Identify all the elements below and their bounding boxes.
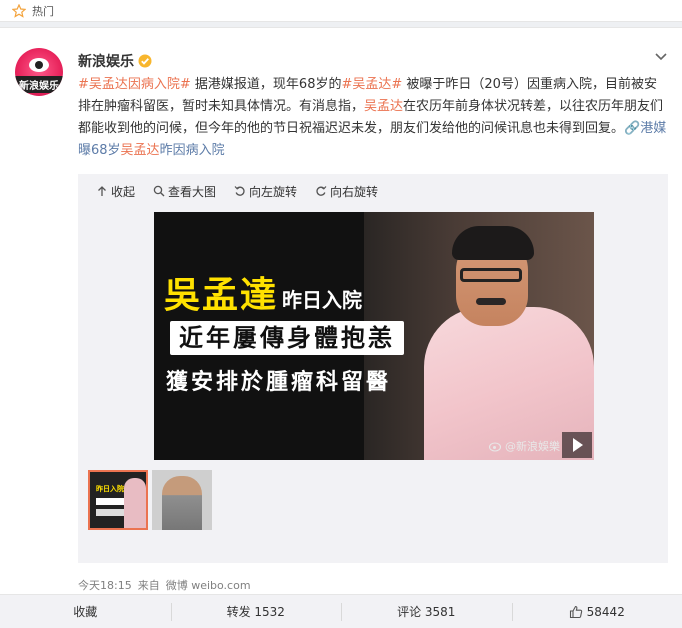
- thumbnail-2-person: [162, 476, 202, 530]
- view-large-button[interactable]: 查看大图: [153, 183, 216, 200]
- article-link-name[interactable]: 吴孟达: [121, 143, 160, 158]
- link-icon: 🔗: [624, 121, 640, 136]
- photo-watermark: @新浪娛樂: [489, 438, 560, 454]
- post-source[interactable]: 微博 weibo.com: [166, 579, 251, 592]
- favorite-button[interactable]: 收藏: [0, 595, 171, 628]
- view-large-label: 查看大图: [168, 183, 216, 200]
- repost-button[interactable]: 转发 1532: [171, 595, 342, 628]
- hot-bar: 热门: [0, 0, 682, 22]
- thumbs-up-icon: [569, 605, 583, 619]
- rotate-right-icon: [315, 185, 327, 197]
- avatar[interactable]: 新浪娱乐: [15, 48, 63, 96]
- author-row: 新浪娱乐: [78, 51, 152, 71]
- star-icon: [12, 4, 26, 18]
- photo-person-glasses: [460, 268, 522, 282]
- weibo-post-card: 新浪娱乐 新浪娱乐 #吴孟达因病入院# 据港媒报道，现年68岁的#吴孟达# 被曝…: [0, 27, 682, 627]
- thumbnail-1[interactable]: 昨日入院: [88, 470, 148, 530]
- article-link-suffix[interactable]: 昨因病入院: [160, 143, 225, 158]
- chevron-down-icon[interactable]: [654, 52, 668, 62]
- photo-caption-line3: 獲安排於腫瘤科留醫: [166, 364, 391, 396]
- photo-headline-name: 吳孟達: [164, 266, 278, 318]
- verified-icon: [138, 54, 152, 68]
- thumbnail-2[interactable]: [152, 470, 212, 530]
- logo-eye-icon: [29, 58, 49, 72]
- search-icon: [153, 185, 165, 197]
- from-label: 来自: [138, 579, 160, 592]
- next-arrow-icon[interactable]: [562, 432, 592, 458]
- photo-person-mustache: [476, 298, 506, 305]
- comment-button[interactable]: 评论 3581: [341, 595, 512, 628]
- action-bar: 收藏 转发 1532 评论 3581 58442: [0, 594, 682, 628]
- rotate-left-icon: [234, 185, 246, 197]
- topic-tag-link[interactable]: #吴孟达#: [341, 77, 402, 92]
- collapse-button[interactable]: 收起: [96, 183, 135, 200]
- like-count: 58442: [587, 605, 625, 619]
- repost-label: 转发 1532: [227, 603, 285, 620]
- rotate-left-button[interactable]: 向左旋转: [234, 183, 297, 200]
- weibo-logo-icon: [489, 440, 503, 452]
- thumbnail-1-text: 昨日入院: [96, 484, 124, 494]
- photo-person-hair: [452, 226, 534, 260]
- author-name[interactable]: 新浪娱乐: [78, 51, 134, 71]
- post-text-part: 据港媒报道，现年68岁的: [191, 77, 342, 92]
- rotate-right-label: 向右旋转: [330, 183, 378, 200]
- topic-tag-link[interactable]: #吴孟达因病入院#: [78, 77, 191, 92]
- rotate-left-label: 向左旋转: [249, 183, 297, 200]
- main-photo[interactable]: 吳孟達 昨日入院 近年屢傳身體抱恙 獲安排於腫瘤科留醫 @新浪娛樂: [154, 212, 594, 460]
- hot-label: 热门: [32, 3, 54, 19]
- rotate-right-button[interactable]: 向右旋转: [315, 183, 378, 200]
- thumbnail-1-person: [124, 478, 146, 528]
- photo-headline: 吳孟達 昨日入院: [164, 266, 362, 318]
- collapse-label: 收起: [111, 183, 135, 200]
- mention-link[interactable]: 吴孟达: [364, 99, 403, 114]
- avatar-logo-text: 新浪娱乐: [15, 76, 63, 93]
- favorite-label: 收藏: [73, 603, 97, 620]
- arrow-up-icon: [96, 185, 108, 197]
- photo-caption-line2: 近年屢傳身體抱恙: [170, 321, 404, 355]
- thumbnail-strip: 昨日入院: [88, 470, 216, 530]
- post-text: #吴孟达因病入院# 据港媒报道，现年68岁的#吴孟达# 被曝于昨日（20号）因重…: [78, 74, 668, 162]
- media-panel: 收起 查看大图 向左旋转 向右旋转 吳孟達 昨: [78, 174, 668, 563]
- media-toolbar: 收起 查看大图 向左旋转 向右旋转: [78, 174, 396, 208]
- like-button[interactable]: 58442: [512, 595, 682, 628]
- post-meta: 今天18:15 来自微博 weibo.com: [78, 577, 257, 593]
- watermark-text: @新浪娛樂: [505, 438, 560, 454]
- photo-headline-text: 昨日入院: [282, 284, 362, 313]
- post-time[interactable]: 今天18:15: [78, 579, 132, 592]
- comment-label: 评论 3581: [397, 603, 455, 620]
